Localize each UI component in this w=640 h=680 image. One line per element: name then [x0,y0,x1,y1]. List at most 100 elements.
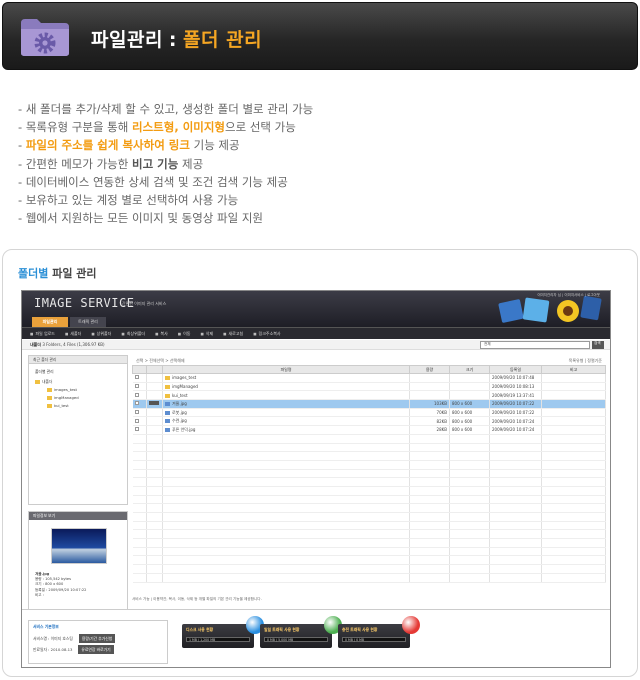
file-size [409,521,450,531]
row-checkbox[interactable] [134,392,139,397]
list-selection-links[interactable]: 선택 > 전체선택 > 선택해제 [136,358,185,363]
file-list: 선택 > 전체선택 > 선택해제 목록유형 | 정렬기준 파일명 용량 크기 등록일 비… [132,355,606,591]
file-name[interactable]: 수련.jpg [172,418,187,423]
toolbar-button[interactable]: 이동 [178,331,190,337]
table-row[interactable]: 푸른 언덕.jpg 28KB 800 x 600 2009/09/20 10:07:2… [132,425,606,435]
file-name[interactable]: imgManaged [172,384,198,389]
file-name-cell [162,460,410,470]
column-header[interactable]: 용량 [409,365,450,374]
table-row[interactable]: 수련.jpg 82KB 800 x 600 2009/09/20 10:07:24 [132,416,606,427]
feature-text: 웹에서 지원하는 모든 이미지 및 동영상 파일 지원 [25,211,263,226]
file-memo [541,443,606,453]
row-checkbox[interactable] [134,418,139,423]
table-row [132,443,606,453]
app-screenshot: IMAGE SERVICE 간편한 이미지 관리 서비스 이미지관리자 님 | … [21,290,611,668]
table-row[interactable]: kui_test 2009/09/19 13:37:41 [132,390,606,401]
tree-folder-item[interactable]: imgManaged [35,394,121,402]
file-name-cell [162,477,410,487]
tree-root[interactable]: 내폴더 [35,378,121,386]
row-checkbox[interactable] [134,410,139,415]
row-checkbox-cell [132,503,147,513]
file-name[interactable]: 로봇.jpg [172,410,187,415]
table-row[interactable]: 겨울.jpg 103KB 800 x 600 2009/09/20 10:07:22 [132,399,606,409]
table-row[interactable]: images_test 2009/09/20 10:07:48 [132,373,606,383]
tree-folder-item[interactable]: kui_test [35,402,121,410]
feature-text: 기능 제공 [189,138,240,153]
feature-list: 새 폴더를 추가/삭제 할 수 있고, 생성한 폴더 별로 관리 가능목록유형 … [18,100,313,227]
toolbar-button[interactable]: 새폴더 [65,331,81,337]
file-memo [541,382,606,392]
app-logo-subtitle: 간편한 이미지 관리 서비스 [122,301,167,306]
account-value: 이미지 호스팅 [49,636,73,641]
list-footer: 서비스 가능 | 이용약관, 복사, 이동, 삭제 등 개별 파일의 기본 관리… [132,597,262,601]
feature-item: 목록유형 구분을 통해 리스트형, 이미지형으로 선택 가능 [18,118,313,136]
row-checkbox-cell [132,547,147,557]
list-view-options[interactable]: 목록유형 | 정렬기준 [569,358,602,364]
file-name[interactable]: 푸른 언덕.jpg [172,427,195,432]
app-header: IMAGE SERVICE 간편한 이미지 관리 서비스 이미지관리자 님 | … [22,291,610,327]
file-name[interactable]: images_test [172,375,196,380]
file-memo [541,408,606,418]
file-memo [541,390,606,401]
toolbar-button[interactable]: 삭제 [200,331,213,337]
feature-text: 목록유형 구분을 통해 [25,120,132,135]
toolbar-button[interactable]: 파일 업로드 [30,331,55,337]
column-header[interactable]: 등록일 [489,365,542,374]
file-name[interactable]: 겨울.jpg [172,401,187,406]
toolbar-button[interactable]: 복사 [155,331,167,337]
row-checkbox-cell [132,521,147,531]
column-header[interactable]: 파일명 [162,365,410,374]
file-name-cell: 겨울.jpg [162,399,410,409]
file-memo [541,373,606,383]
account-label: 서비스명 : [33,636,50,641]
account-row: 서비스명 : 이미지 호스팅 용량/기간 추가신청 [29,633,167,644]
tab-1[interactable]: 파일관리 [32,317,68,327]
column-header[interactable]: 비고 [541,365,606,374]
file-name-cell [162,547,410,557]
file-dimensions [449,538,490,548]
feature-item: 새 폴더를 추가/삭제 할 수 있고, 생성한 폴더 별로 관리 가능 [18,100,313,118]
file-size [409,486,450,496]
toolbar-button[interactable]: 최상위폴더 [121,331,145,337]
file-dimensions [449,555,490,566]
toolbar-button[interactable]: 새로고침 [223,331,243,337]
preview-meta: 겨울.jpg 용량 : 105,542 bytes 크기 : 800 x 600 등… [35,572,86,598]
account-button[interactable]: 유료연장 바로가기 [78,645,114,654]
column-header[interactable]: 크기 [449,365,490,374]
table-row [132,555,606,566]
tab-2[interactable]: 트래픽 관리 [70,317,106,327]
table-row[interactable]: 로봇.jpg 70KB 800 x 600 2009/09/20 10:07:22 [132,408,606,418]
file-date [489,486,542,496]
toolbar-button[interactable]: 링크주소복사 [253,331,281,337]
file-memo [541,538,606,548]
file-date [489,564,542,574]
file-name-cell: imgManaged [162,382,410,392]
file-memo [541,434,606,444]
tree-folder-item[interactable]: images_test [35,386,121,394]
file-name-cell: 푸른 언덕.jpg [162,425,410,435]
file-name-cell: 로봇.jpg [162,408,410,418]
account-button[interactable]: 용량/기간 추가신청 [78,634,116,643]
table-row[interactable]: imgManaged 2009/09/20 10:08:13 [132,382,606,392]
search-input[interactable]: 전체 [480,341,590,349]
file-memo [541,564,606,574]
row-checkbox[interactable] [134,401,139,406]
file-name[interactable]: kui_test [172,393,188,398]
row-checkbox[interactable] [134,427,139,432]
folder-icon [165,385,170,390]
search-button[interactable]: 검색 [592,341,604,349]
file-name-cell [162,443,410,453]
app-utility-links[interactable]: 이미지관리자 님 | 이미지서비스 | 로그아웃 [537,293,600,298]
column-header[interactable] [146,365,163,374]
image-file-icon [165,419,170,424]
column-header[interactable] [132,365,147,374]
file-size [409,477,450,487]
row-checkbox[interactable] [134,375,139,380]
feature-item: 웹에서 지원하는 모든 이미지 및 동영상 파일 지원 [18,209,313,227]
toolbar-button[interactable]: 상위폴더 [91,331,112,337]
title-separator: : [168,29,178,51]
file-memo [541,399,606,409]
row-checkbox-cell [132,529,147,540]
file-date [489,469,542,479]
row-checkbox[interactable] [134,384,139,389]
